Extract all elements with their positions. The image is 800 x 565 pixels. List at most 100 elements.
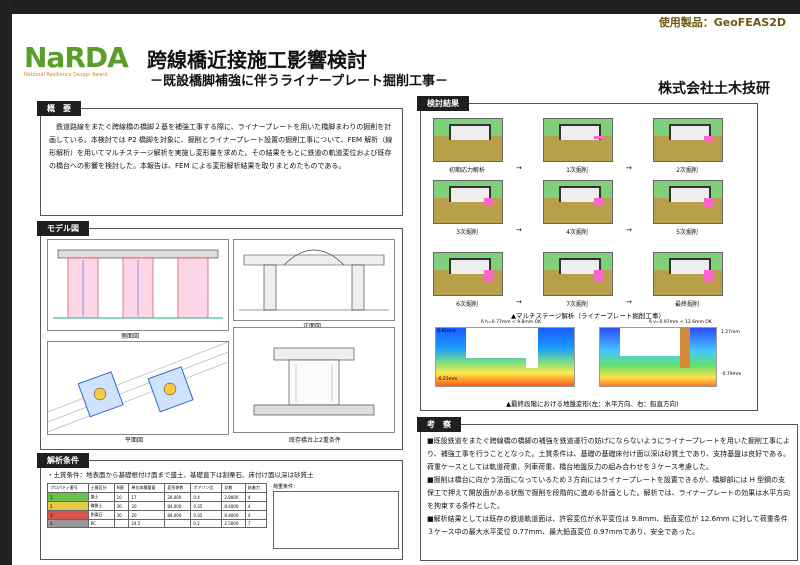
stage-arrow: → bbox=[516, 226, 522, 234]
table-cell: 4 bbox=[244, 501, 268, 511]
table-cell: 30 bbox=[113, 510, 130, 520]
table-header-cell: プロパティ番号 bbox=[47, 483, 89, 493]
stage-arrow: → bbox=[516, 164, 522, 172]
table-header-cell: 土質区分 bbox=[87, 483, 115, 493]
consider-tag: 考 察 bbox=[417, 417, 461, 432]
table-cell: 8.4000 bbox=[221, 510, 246, 520]
stage-image bbox=[653, 118, 723, 162]
contour-left-max: 0.81mm bbox=[437, 329, 456, 334]
table-row: 4 RC 24.5 0.2 2.5000 7 bbox=[47, 519, 268, 528]
stage-image bbox=[653, 252, 723, 296]
stage-image bbox=[433, 252, 503, 296]
overview-tag: 概 要 bbox=[37, 101, 81, 116]
front-view-figure bbox=[233, 239, 395, 321]
poster: 使用製品：GeoFEAS2D NaRDA National Resilience… bbox=[0, 0, 800, 565]
consider-item: ■既設鉄道をまたぐ跨線橋の橋脚の補強を鉄道運行の妨げにならないようにライナープレ… bbox=[427, 437, 791, 471]
table-cell bbox=[164, 519, 192, 528]
overview-text: 鉄道路線をまたぐ跨線橋の橋脚２基を補強工事する際に、ライナープレートを用いた橋脚… bbox=[49, 123, 393, 170]
stage-image bbox=[433, 180, 503, 224]
table-row: 1 盛土 10 17 28,000 0.4 2.8000 4 bbox=[47, 492, 268, 502]
side-view-caption: 側面図 bbox=[121, 333, 140, 340]
narda-logo: NaRDA National Resilience Design Award bbox=[24, 44, 134, 90]
stage-image bbox=[433, 118, 503, 162]
section-drawing bbox=[253, 347, 375, 416]
section-figure bbox=[233, 327, 395, 433]
logo-word: NaRDA bbox=[24, 41, 129, 74]
table-cell: 84,000 bbox=[164, 510, 192, 520]
stage-label: 初期応力解析 bbox=[448, 167, 485, 174]
result-tag: 検討結果 bbox=[417, 96, 469, 111]
stage-image bbox=[543, 118, 613, 162]
result-panel: 検討結果 初期応力解析 → 1次掘削 → 2次掘削 3次掘削 → 4次掘削 → … bbox=[417, 96, 758, 411]
consider-panel: 考 察 ■既設鉄道をまたぐ跨線橋の橋脚の補強を鉄道運行の妨げにならないようにライ… bbox=[417, 417, 798, 561]
table-header-cell: N値 bbox=[113, 483, 130, 493]
table-cell: 4 bbox=[47, 519, 89, 528]
stage-label: 最終掘削 bbox=[674, 301, 699, 308]
contour-right-max: 1.27mm bbox=[721, 330, 740, 335]
stage-label: 3次掘削 bbox=[456, 229, 478, 236]
table-header-cell: ポアソン比 bbox=[190, 483, 223, 493]
side-view-drawing bbox=[53, 249, 223, 319]
load-table bbox=[273, 491, 399, 549]
table-cell: 28,000 bbox=[164, 492, 192, 502]
table-cell: 10 bbox=[113, 492, 130, 502]
table-cell: 20 bbox=[128, 501, 166, 511]
soil-table: プロパティ番号 土質区分 N値 単位体積重量 変形係数 ポアソン比 反数 粘着力… bbox=[47, 483, 268, 528]
table-cell: 割栗石 bbox=[87, 510, 115, 520]
stage-image bbox=[653, 180, 723, 224]
page-title: 跨線橋近接施工影響検討 bbox=[147, 48, 367, 72]
table-cell: 3 bbox=[47, 510, 89, 520]
calc-panel: 解析条件 ・土質条件：地表面から基礎根付け面まで盛土、基礎直下は割栗石、床付け面… bbox=[37, 453, 403, 560]
stage-arrow: → bbox=[516, 298, 522, 306]
table-cell: 礫質土 bbox=[87, 501, 115, 511]
plan-view-drawing bbox=[47, 341, 229, 433]
stage-label: 2次掘削 bbox=[676, 167, 698, 174]
consider-text: ■既設鉄道をまたぐ跨線橋の橋脚の補強を鉄道運行の妨げにならないようにライナープレ… bbox=[427, 435, 791, 539]
front-view-drawing bbox=[239, 249, 389, 311]
stage-image bbox=[543, 252, 613, 296]
contour-left-label: δ h=0.77mm < 9.8mm OK bbox=[481, 320, 542, 325]
table-cell: RC bbox=[87, 519, 115, 528]
stage-label: 5次掘削 bbox=[676, 229, 698, 236]
top-bar bbox=[12, 0, 800, 14]
plan-view-caption: 平面図 bbox=[125, 437, 144, 444]
stage-label: 4次掘削 bbox=[566, 229, 588, 236]
table-cell: 2 bbox=[47, 501, 89, 511]
table-header-cell: 単位体積重量 bbox=[128, 483, 166, 493]
table-cell: 4 bbox=[244, 510, 268, 520]
calc-tag: 解析条件 bbox=[37, 453, 89, 468]
calc-condition-text: ・土質条件：地表面から基礎根付け面まで盛土、基礎直下は割栗石、床付け面以深は砂質… bbox=[47, 471, 314, 479]
contour-vertical bbox=[599, 327, 717, 387]
table-cell: 0.2 bbox=[190, 519, 223, 528]
stage-arrow: → bbox=[626, 298, 632, 306]
table-cell: 17 bbox=[128, 492, 166, 502]
table-header-cell: 反数 bbox=[221, 483, 246, 493]
table-header-cell: 変形係数 bbox=[164, 483, 192, 493]
company-name: 株式会社土木技研 bbox=[658, 81, 770, 97]
table-cell: 0.35 bbox=[190, 501, 223, 511]
load-title: 荷重条件： bbox=[273, 484, 299, 490]
stage-arrow: → bbox=[626, 164, 632, 172]
model-tag: モデル図 bbox=[37, 221, 89, 236]
contour-right-min: -0.79mm bbox=[721, 372, 742, 377]
table-cell: 84,000 bbox=[164, 501, 192, 511]
consider-item: ■解析結果としては既存の鉄道軌道面は、許容変位が水平変位は 9.8mm、鉛直変位… bbox=[427, 515, 788, 536]
table-cell: 30 bbox=[113, 501, 130, 511]
model-panel: モデル図 側面図 正面図 bbox=[37, 221, 403, 450]
table-cell: 2.5000 bbox=[221, 519, 246, 528]
stage-label: 7次掘削 bbox=[566, 301, 588, 308]
multistage-caption: ▲マルチステージ解析（ライナープレート掘削工事） bbox=[511, 312, 665, 320]
product-label: 使用製品：GeoFEAS2D bbox=[658, 16, 786, 29]
table-row: 2 礫質土 30 20 84,000 0.35 8.4000 4 bbox=[47, 501, 268, 511]
page-subtitle: －既設橋脚補強に伴うライナープレート掘削工事－ bbox=[150, 74, 448, 89]
table-cell: 盛土 bbox=[87, 492, 115, 502]
table-cell: 8.4000 bbox=[221, 501, 246, 511]
table-row: 3 割栗石 30 20 84,000 0.35 8.4000 4 bbox=[47, 510, 268, 520]
table-cell: 24.5 bbox=[128, 519, 166, 528]
soil-table-header: プロパティ番号 土質区分 N値 単位体積重量 変形係数 ポアソン比 反数 粘着力 bbox=[47, 483, 268, 493]
table-cell: 2.8000 bbox=[221, 492, 246, 502]
table-cell: 7 bbox=[244, 519, 268, 528]
stage-label: 6次掘削 bbox=[456, 301, 478, 308]
contour-right-label: δ v=0.97mm < 12.6mm OK bbox=[649, 320, 712, 325]
table-cell: 4 bbox=[244, 492, 268, 502]
